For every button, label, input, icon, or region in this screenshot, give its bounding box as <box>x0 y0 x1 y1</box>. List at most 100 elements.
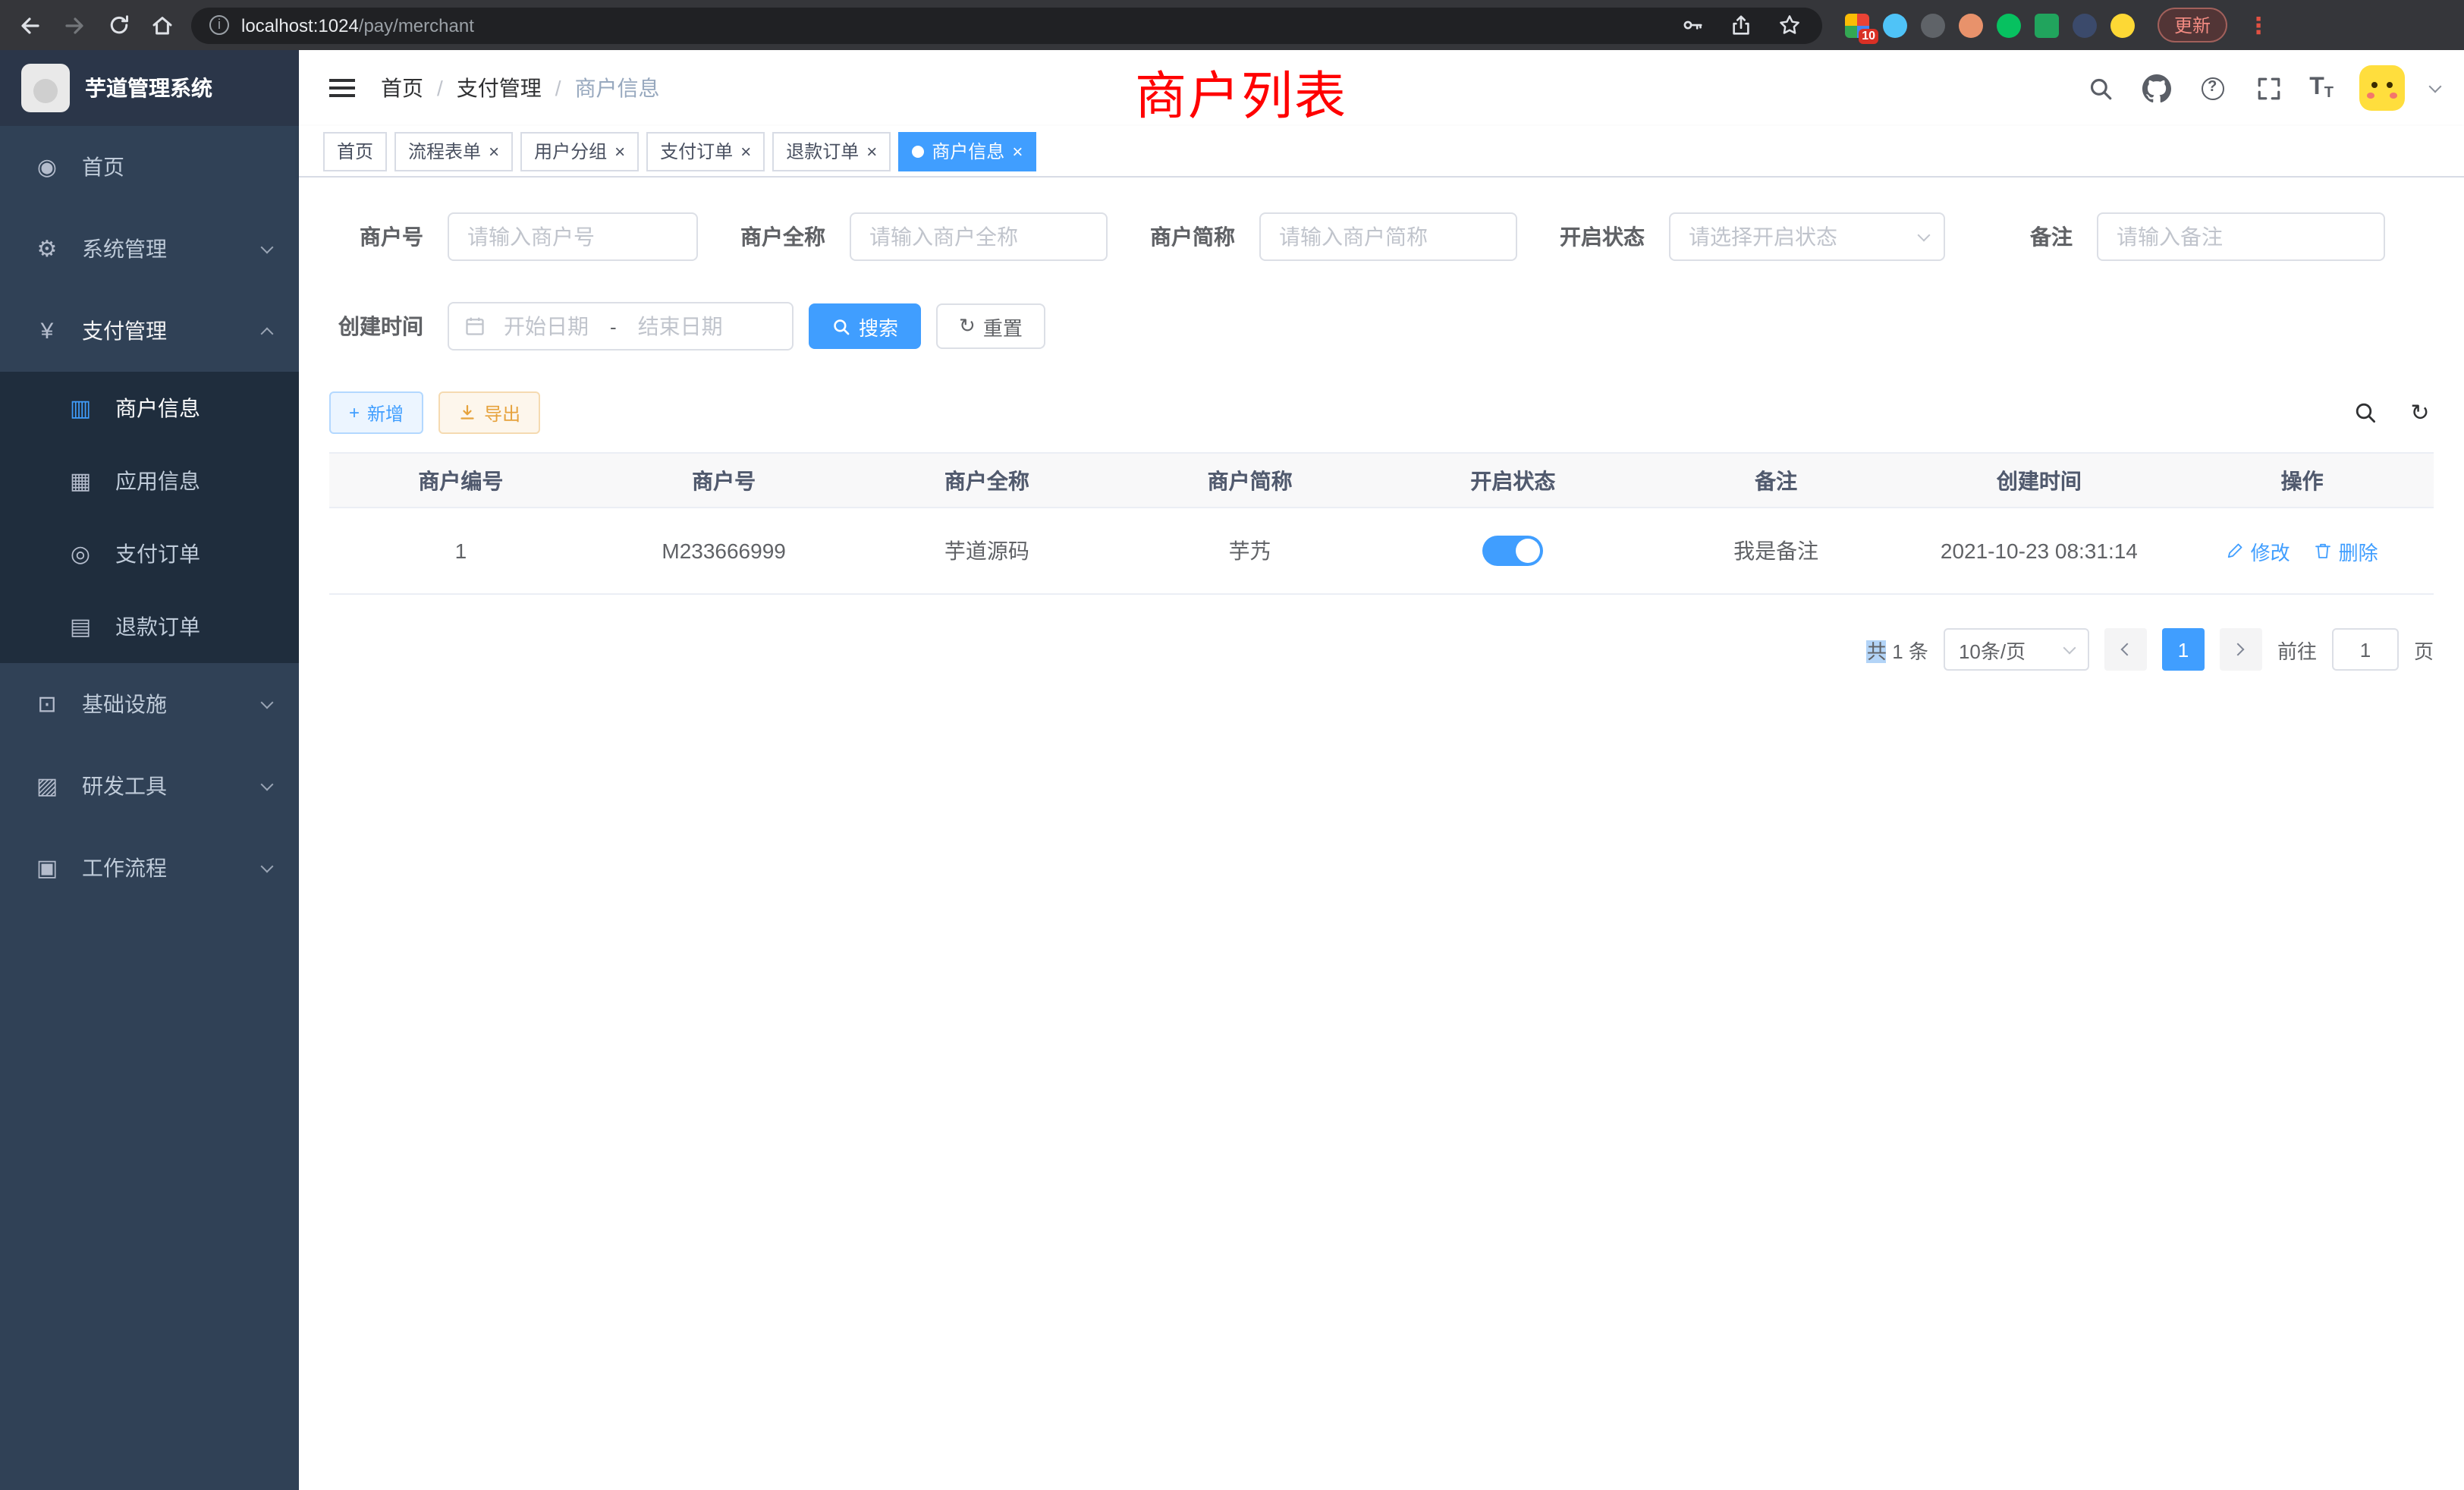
tab-close-icon[interactable]: × <box>614 142 625 160</box>
pagination-total-count: 1 <box>1892 640 1903 662</box>
avatar-caret-icon[interactable] <box>2429 80 2442 93</box>
sidebar-item-payment[interactable]: ¥ 支付管理 <box>0 290 299 372</box>
table-toolbar: + 新增 导出 ↻ <box>329 391 2434 434</box>
table-header-row: 商户编号 商户号 商户全称 商户简称 开启状态 备注 创建时间 操作 <box>329 453 2434 508</box>
site-info-icon[interactable]: i <box>209 15 229 35</box>
header-search-icon[interactable] <box>2085 73 2115 103</box>
browser-menu-icon[interactable]: ⋮ <box>2241 11 2276 39</box>
page-size-value: 10条/页 <box>1959 635 2026 664</box>
forward-icon[interactable] <box>59 10 90 40</box>
status-select[interactable] <box>1669 212 1945 261</box>
sidebar-item-label: 首页 <box>82 152 124 182</box>
extension-avatar-icon[interactable] <box>1959 13 1983 37</box>
refund-order-icon: ▤ <box>67 613 94 640</box>
tab-home[interactable]: 首页 <box>323 131 387 171</box>
payment-submenu: ▥ 商户信息 ▦ 应用信息 ◎ 支付订单 ▤ 退款订单 <box>0 372 299 663</box>
tab-label: 支付订单 <box>660 138 733 164</box>
export-button[interactable]: 导出 <box>438 391 540 434</box>
extension-grid-icon[interactable]: 10 <box>1845 13 1869 37</box>
sidebar-item-workflow[interactable]: ▣ 工作流程 <box>0 827 299 909</box>
tab-process-form[interactable]: 流程表单 × <box>394 131 513 171</box>
tab-label: 用户分组 <box>534 138 607 164</box>
start-date-input[interactable] <box>492 314 601 338</box>
edit-link[interactable]: 修改 <box>2227 536 2290 565</box>
merchant-no-input[interactable] <box>448 212 698 261</box>
sidebar-item-system[interactable]: ⚙ 系统管理 <box>0 208 299 290</box>
avatar[interactable] <box>2359 65 2405 111</box>
sidebar-item-label: 支付订单 <box>115 539 200 569</box>
bookmark-star-icon[interactable] <box>1774 10 1804 40</box>
font-size-icon[interactable]: TT <box>2309 74 2334 102</box>
prev-page-button[interactable] <box>2104 628 2147 671</box>
extension-emoji-icon[interactable] <box>2110 13 2135 37</box>
goto-page-input[interactable] <box>2332 628 2399 671</box>
delete-link[interactable]: 删除 <box>2315 536 2378 565</box>
reload-icon[interactable] <box>103 10 134 40</box>
chevron-down-icon <box>261 778 274 791</box>
tab-label: 退款订单 <box>786 138 859 164</box>
breadcrumb: 首页 / 支付管理 / 商户信息 <box>381 73 660 103</box>
header-actions: ? TT <box>2085 65 2440 111</box>
extension-doc-icon[interactable] <box>2035 13 2059 37</box>
hamburger-icon[interactable] <box>323 70 360 106</box>
sidebar-item-refund-order[interactable]: ▤ 退款订单 <box>0 590 299 663</box>
extension-pinwheel-icon[interactable] <box>2073 13 2097 37</box>
extension-dark-icon[interactable] <box>1921 13 1945 37</box>
pagination-total-suffix: 条 <box>1909 640 1928 662</box>
table-row: 1 M233666999 芋道源码 芋艿 我是备注 2021-10-23 08:… <box>329 508 2434 594</box>
end-date-input[interactable] <box>626 314 735 338</box>
github-icon[interactable] <box>2141 73 2171 103</box>
extension-green-icon[interactable] <box>1997 13 2021 37</box>
filter-row-2: 创建时间 - 搜索 ↻ 重置 <box>329 302 2434 350</box>
extension-drop-icon[interactable] <box>1883 13 1907 37</box>
page-1-button[interactable]: 1 <box>2162 628 2205 671</box>
password-key-icon[interactable] <box>1677 10 1707 40</box>
app-shell: 芋道管理系统 ◉ 首页 ⚙ 系统管理 ¥ 支付管理 ▥ 商户信息 <box>0 50 2464 1490</box>
fullscreen-icon[interactable] <box>2253 73 2283 103</box>
reset-button[interactable]: ↻ 重置 <box>936 303 1045 349</box>
gear-icon: ⚙ <box>33 235 61 262</box>
home-icon[interactable] <box>147 10 178 40</box>
table-refresh-icon[interactable]: ↻ <box>2406 399 2434 426</box>
merchant-full-name-input[interactable] <box>850 212 1108 261</box>
tab-pay-order[interactable]: 支付订单 × <box>646 131 765 171</box>
tab-merchant-info[interactable]: 商户信息 × <box>898 131 1036 171</box>
share-icon[interactable] <box>1725 10 1755 40</box>
next-page-button[interactable] <box>2220 628 2262 671</box>
page-size-select[interactable]: 10条/页 <box>1944 628 2089 671</box>
add-button[interactable]: + 新增 <box>329 391 423 434</box>
sidebar-item-app-info[interactable]: ▦ 应用信息 <box>0 445 299 517</box>
sidebar-item-merchant-info[interactable]: ▥ 商户信息 <box>0 372 299 445</box>
date-range-picker[interactable]: - <box>448 302 794 350</box>
address-bar-actions <box>1677 10 1804 40</box>
breadcrumb-home[interactable]: 首页 <box>381 73 423 103</box>
tab-refund-order[interactable]: 退款订单 × <box>772 131 891 171</box>
address-bar[interactable]: i localhost:1024/pay/merchant <box>191 7 1822 43</box>
tab-close-icon[interactable]: × <box>489 142 499 160</box>
tab-close-icon[interactable]: × <box>740 142 751 160</box>
filter-create-time: 创建时间 - <box>329 302 809 350</box>
sidebar-logo[interactable]: 芋道管理系统 <box>0 50 299 126</box>
tab-close-icon[interactable]: × <box>866 142 877 160</box>
remark-input[interactable] <box>2097 212 2385 261</box>
col-full-name: 商户全称 <box>856 453 1119 508</box>
table-search-toggle-icon[interactable] <box>2352 399 2379 426</box>
search-button[interactable]: 搜索 <box>809 303 921 349</box>
sidebar-item-pay-order[interactable]: ◎ 支付订单 <box>0 517 299 590</box>
tab-user-group[interactable]: 用户分组 × <box>520 131 639 171</box>
merchant-short-name-input[interactable] <box>1259 212 1517 261</box>
browser-update-button[interactable]: 更新 <box>2158 8 2227 42</box>
sidebar-item-infrastructure[interactable]: ⊡ 基础设施 <box>0 663 299 745</box>
help-icon[interactable]: ? <box>2197 73 2227 103</box>
sidebar-item-devtools[interactable]: ▨ 研发工具 <box>0 745 299 827</box>
tab-label: 商户信息 <box>932 138 1004 164</box>
status-toggle[interactable] <box>1482 536 1543 566</box>
merchant-card-icon: ▥ <box>67 395 94 422</box>
breadcrumb-payment[interactable]: 支付管理 <box>457 73 542 103</box>
filter-merchant-full-name: 商户全称 <box>731 212 1108 261</box>
sidebar-item-home[interactable]: ◉ 首页 <box>0 126 299 208</box>
back-icon[interactable] <box>15 10 46 40</box>
tab-close-icon[interactable]: × <box>1012 142 1023 160</box>
goto-unit: 页 <box>2414 635 2434 664</box>
toolbar-right-icons: ↻ <box>2352 399 2434 426</box>
